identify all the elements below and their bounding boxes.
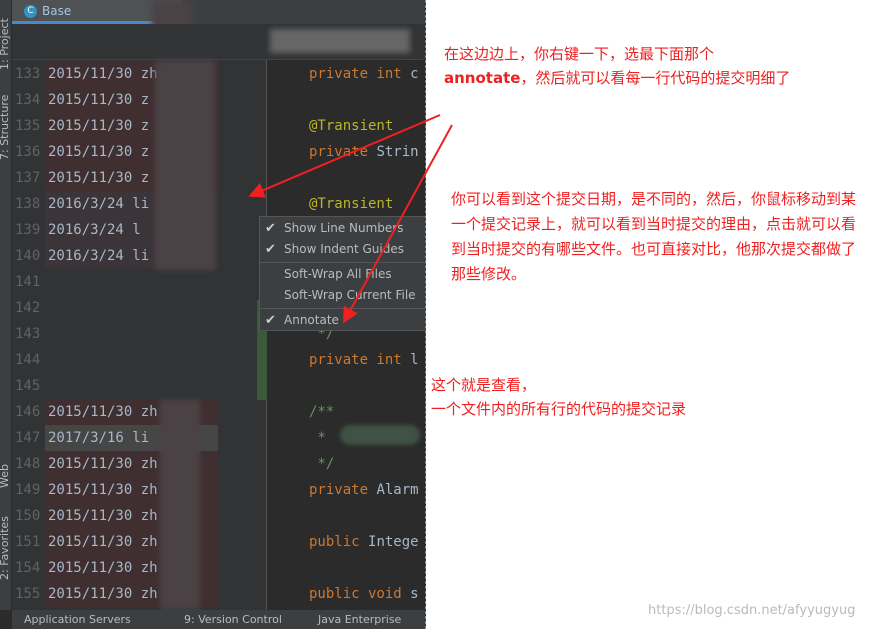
arrow-to-gutter bbox=[248, 114, 441, 198]
arrow-to-annotate bbox=[343, 124, 453, 324]
arrows-overlay bbox=[248, 114, 453, 324]
